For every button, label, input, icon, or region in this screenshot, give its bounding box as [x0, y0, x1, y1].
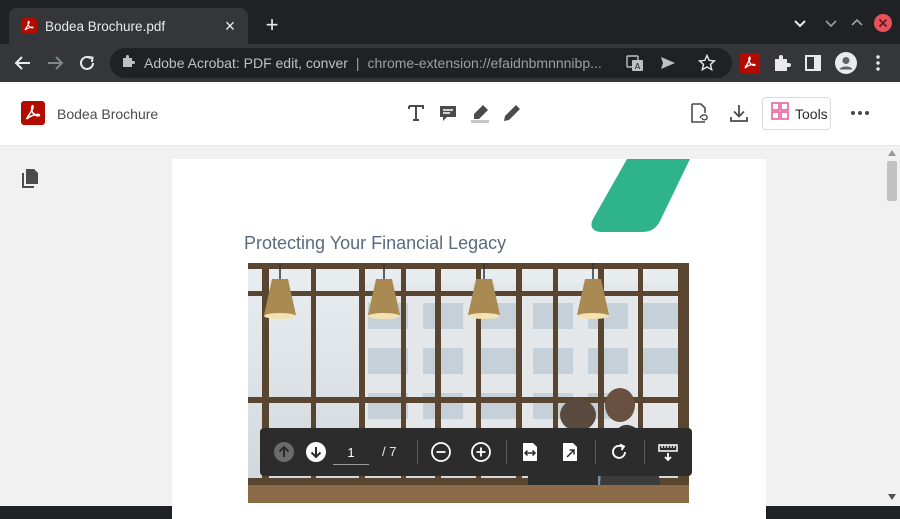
divider [417, 440, 418, 464]
page-thumbnails-icon[interactable] [21, 168, 39, 193]
extension-name: Adobe Acrobat: PDF edit, conver [144, 55, 348, 71]
next-page-icon[interactable] [305, 441, 327, 463]
side-panel-icon[interactable] [803, 53, 823, 73]
forward-icon[interactable] [43, 51, 67, 75]
browser-tab[interactable]: Bodea Brochure.pdf × [9, 8, 248, 44]
tools-label: Tools [795, 105, 828, 122]
tab-close-icon[interactable]: × [216, 17, 244, 35]
page-navigation-toolbar: / 7 [260, 428, 692, 476]
page-total: / 7 [382, 444, 397, 459]
page-heading: Protecting Your Financial Legacy [244, 233, 507, 253]
reload-icon[interactable] [75, 51, 99, 75]
download-icon[interactable] [728, 102, 750, 124]
omnibox-separator: | [355, 55, 360, 71]
tab-search-icon[interactable] [791, 14, 809, 32]
profile-avatar-icon[interactable] [834, 51, 858, 75]
back-icon[interactable] [11, 51, 35, 75]
scrollbar-thumb[interactable] [887, 161, 897, 201]
green-accent-shape [591, 159, 690, 232]
rotate-icon[interactable] [608, 441, 630, 463]
divider [644, 440, 645, 464]
more-options-icon[interactable] [849, 102, 871, 124]
zoom-out-icon[interactable] [430, 441, 452, 463]
previous-page-icon[interactable] [273, 441, 295, 463]
zoom-in-icon[interactable] [470, 441, 492, 463]
scroll-down-icon[interactable] [888, 494, 896, 500]
tab-strip: Bodea Brochure.pdf × + [0, 0, 900, 44]
vertical-scrollbar[interactable] [884, 146, 900, 506]
scroll-up-icon[interactable] [888, 150, 896, 156]
browser-toolbar: Adobe Acrobat: PDF edit, conver | chrome… [0, 44, 900, 82]
tools-grid-icon [771, 102, 789, 125]
collapse-toolbar-icon[interactable] [657, 441, 679, 463]
bookmark-star-icon[interactable] [697, 53, 717, 77]
acrobat-favicon-icon [21, 18, 37, 34]
add-text-icon[interactable] [405, 102, 427, 124]
tab-title: Bodea Brochure.pdf [45, 18, 166, 34]
draw-pencil-icon[interactable] [501, 102, 523, 124]
url-text: chrome-extension://efaidnbmnnnibp... [367, 55, 602, 71]
close-window-icon[interactable] [873, 13, 892, 32]
acrobat-header: Bodea Brochure Tools [0, 82, 900, 146]
chrome-menu-icon[interactable] [868, 53, 888, 73]
document-title: Bodea Brochure [57, 106, 159, 122]
divider [506, 440, 507, 464]
extensions-puzzle-icon[interactable] [772, 53, 792, 73]
acrobat-logo-icon [21, 101, 45, 130]
extension-puzzle-icon [120, 53, 136, 74]
highlight-icon[interactable] [469, 102, 491, 124]
acrobat-extension-icon[interactable] [740, 53, 760, 73]
minimize-icon[interactable] [822, 14, 840, 32]
send-icon[interactable] [660, 55, 676, 76]
page-number-input[interactable] [333, 441, 369, 465]
maximize-icon[interactable] [848, 14, 866, 32]
comment-icon[interactable] [437, 102, 459, 124]
new-tab-button[interactable]: + [260, 14, 284, 38]
svg-text:A: A [635, 62, 641, 71]
tools-button[interactable]: Tools [762, 97, 831, 130]
fit-width-icon[interactable] [519, 441, 541, 463]
translate-icon[interactable]: A [626, 54, 644, 77]
divider [595, 440, 596, 464]
fit-page-icon[interactable] [559, 441, 581, 463]
left-rail [0, 146, 60, 506]
address-bar[interactable]: Adobe Acrobat: PDF edit, conver | chrome… [110, 48, 732, 78]
fill-sign-icon[interactable] [688, 102, 710, 124]
